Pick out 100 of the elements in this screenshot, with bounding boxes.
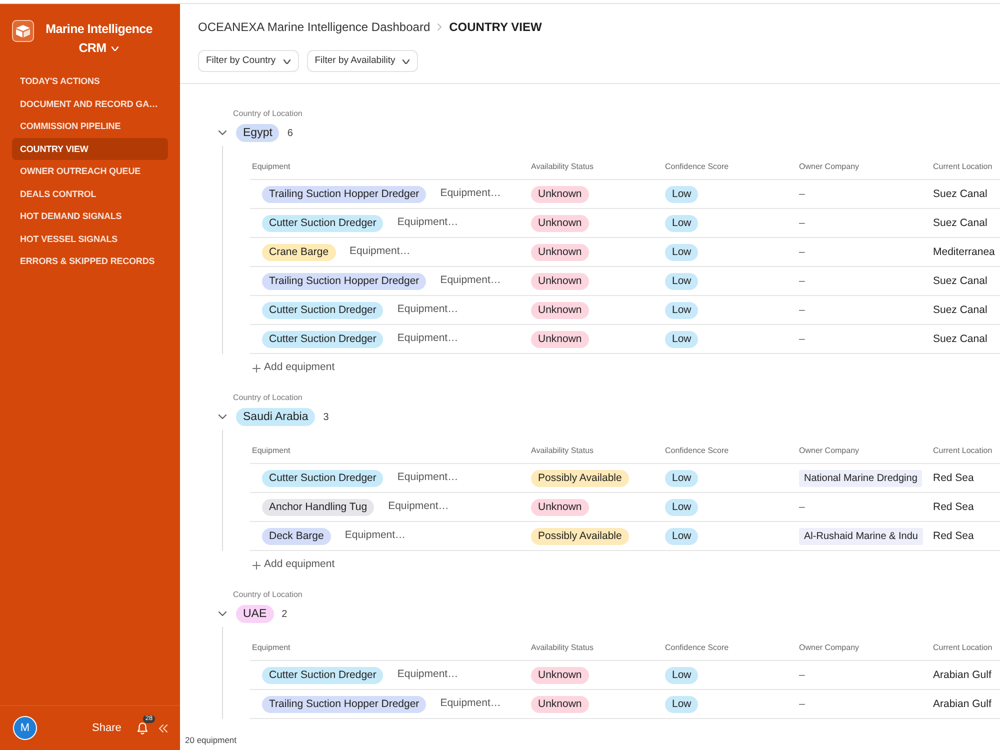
confidence-tag: Low (665, 302, 698, 318)
bell-icon[interactable] (137, 722, 148, 734)
availability-tag: Unknown (531, 244, 589, 260)
confidence-tag: Low (665, 666, 698, 684)
empty-value: – (799, 668, 805, 681)
sidebar-item[interactable]: COMMISSION PIPELINE (12, 115, 168, 138)
sidebar-item[interactable]: COUNTRY VIEW (12, 138, 168, 160)
filter-dropdown[interactable]: Filter by Availability (306, 50, 418, 72)
column-header: Confidence Score (664, 444, 730, 456)
column-header: Confidence Score (664, 642, 730, 654)
add-equipment-button[interactable]: Add equipment (252, 354, 335, 382)
equipment-name[interactable]: Equipment… (440, 696, 501, 712)
column-header: Owner Company (798, 160, 860, 172)
share-button[interactable]: Share (92, 720, 122, 736)
location-text: Arabian Gulf (933, 698, 992, 710)
record-count: 20 equipment (184, 734, 238, 747)
user-avatar[interactable]: M (13, 716, 37, 740)
location-text: Arabian Gulf (933, 668, 992, 681)
sidebar-item[interactable]: ERRORS & SKIPPED RECORDS (12, 250, 168, 272)
chevron-down-icon (282, 58, 291, 64)
equipment-name[interactable]: Equipment… (397, 470, 458, 486)
breadcrumb-link[interactable]: OCEANEXA Marine Intelligence Dashboard (198, 18, 430, 36)
empty-value: – (799, 246, 805, 258)
availability-tag: Possibly Available (531, 528, 629, 544)
group-count: 3 (323, 410, 329, 424)
confidence-tag: Low (665, 330, 698, 348)
equipment-name[interactable]: Equipment… (344, 528, 406, 544)
app-title: Marine Intelligence (44, 21, 154, 38)
equipment-type-tag: Trailing Suction Hopper Dredger (262, 186, 426, 202)
column-header: Owner Company (798, 444, 860, 456)
filter-dropdown[interactable]: Filter by Country (198, 50, 299, 72)
equipment-type-tag: Cutter Suction Dredger (262, 470, 384, 486)
breadcrumb-current: COUNTRY VIEW (449, 19, 542, 36)
equipment-type-tag: Cutter Suction Dredger (262, 214, 384, 232)
availability-tag: Unknown (531, 498, 589, 516)
column-header: Current Location (932, 642, 994, 654)
sidebar-item[interactable]: DOCUMENT AND RECORD GA… (12, 92, 168, 115)
empty-value: – (799, 216, 805, 229)
availability-tag: Unknown (531, 302, 589, 318)
availability-tag: Unknown (531, 272, 589, 290)
empty-value: – (799, 304, 805, 316)
location-text: Red Sea (933, 530, 974, 542)
group-field-label: Country of Location (233, 590, 302, 600)
add-equipment-button[interactable]: Add equipment (252, 551, 335, 579)
confidence-tag: Low (665, 470, 698, 486)
sidebar-item[interactable]: TODAY'S ACTIONS (12, 70, 168, 92)
sidebar-item[interactable]: DEALS CONTROL (12, 182, 168, 205)
confidence-tag: Low (665, 696, 698, 712)
chevron-down-icon[interactable] (218, 130, 227, 136)
column-header: Availability Status (530, 642, 595, 654)
sidebar-item[interactable]: HOT VESSEL SIGNALS (12, 228, 168, 250)
equipment-name[interactable]: Equipment… (397, 331, 458, 347)
equipment-name[interactable]: Equipment… (440, 186, 501, 202)
column-header: Current Location (932, 444, 994, 456)
owner-company-chip[interactable]: National Marine Dredging (799, 470, 922, 486)
empty-value: – (799, 332, 805, 345)
group-field-label: Country of Location (233, 393, 302, 403)
sidebar-item[interactable]: OWNER OUTREACH QUEUE (12, 160, 168, 182)
country-tag: Egypt (236, 124, 280, 142)
equipment-name[interactable]: Equipment… (350, 244, 410, 260)
equipment-type-tag: Crane Barge (262, 244, 336, 260)
column-header: Owner Company (798, 642, 860, 654)
empty-value: – (799, 698, 805, 710)
country-tag: Saudi Arabia (236, 408, 316, 426)
location-text: Suez Canal (933, 216, 988, 229)
location-text: Red Sea (933, 500, 974, 513)
app-subtitle[interactable]: CRM (78, 39, 106, 58)
location-text: Mediterranea (933, 246, 995, 258)
column-header: Current Location (932, 160, 994, 172)
availability-tag: Unknown (531, 214, 589, 232)
equipment-type-tag: Cutter Suction Dredger (262, 666, 384, 684)
confidence-tag: Low (665, 186, 698, 202)
empty-value: – (799, 188, 805, 200)
sidebar-item[interactable]: HOT DEMAND SIGNALS (12, 205, 168, 228)
confidence-tag: Low (665, 528, 698, 544)
equipment-type-tag: Deck Barge (262, 528, 331, 544)
chevron-down-icon[interactable] (218, 611, 227, 617)
location-text: Suez Canal (933, 188, 988, 200)
equipment-name[interactable]: Equipment… (397, 302, 458, 318)
country-tag: UAE (236, 605, 274, 623)
column-header: Equipment (251, 642, 292, 654)
equipment-type-tag: Trailing Suction Hopper Dredger (262, 696, 426, 712)
group-field-label: Country of Location (233, 109, 302, 119)
location-text: Suez Canal (933, 332, 988, 345)
location-text: Suez Canal (933, 304, 988, 316)
collapse-sidebar-icon[interactable] (158, 724, 168, 732)
equipment-name[interactable]: Equipment… (388, 499, 449, 515)
column-header: Availability Status (530, 444, 595, 456)
location-text: Suez Canal (933, 274, 988, 287)
equipment-name[interactable]: Equipment… (397, 667, 458, 683)
chevron-down-icon[interactable] (218, 414, 227, 420)
owner-company-chip[interactable]: Al-Rushaid Marine & Indu (799, 528, 923, 544)
availability-tag: Possibly Available (531, 470, 629, 486)
chevron-right-icon (437, 23, 442, 31)
equipment-name[interactable]: Equipment… (440, 273, 501, 289)
equipment-name[interactable]: Equipment… (397, 215, 458, 231)
equipment-type-tag: Anchor Handling Tug (262, 498, 374, 516)
empty-value: – (799, 274, 805, 287)
availability-tag: Unknown (531, 186, 589, 202)
availability-tag: Unknown (531, 330, 589, 348)
